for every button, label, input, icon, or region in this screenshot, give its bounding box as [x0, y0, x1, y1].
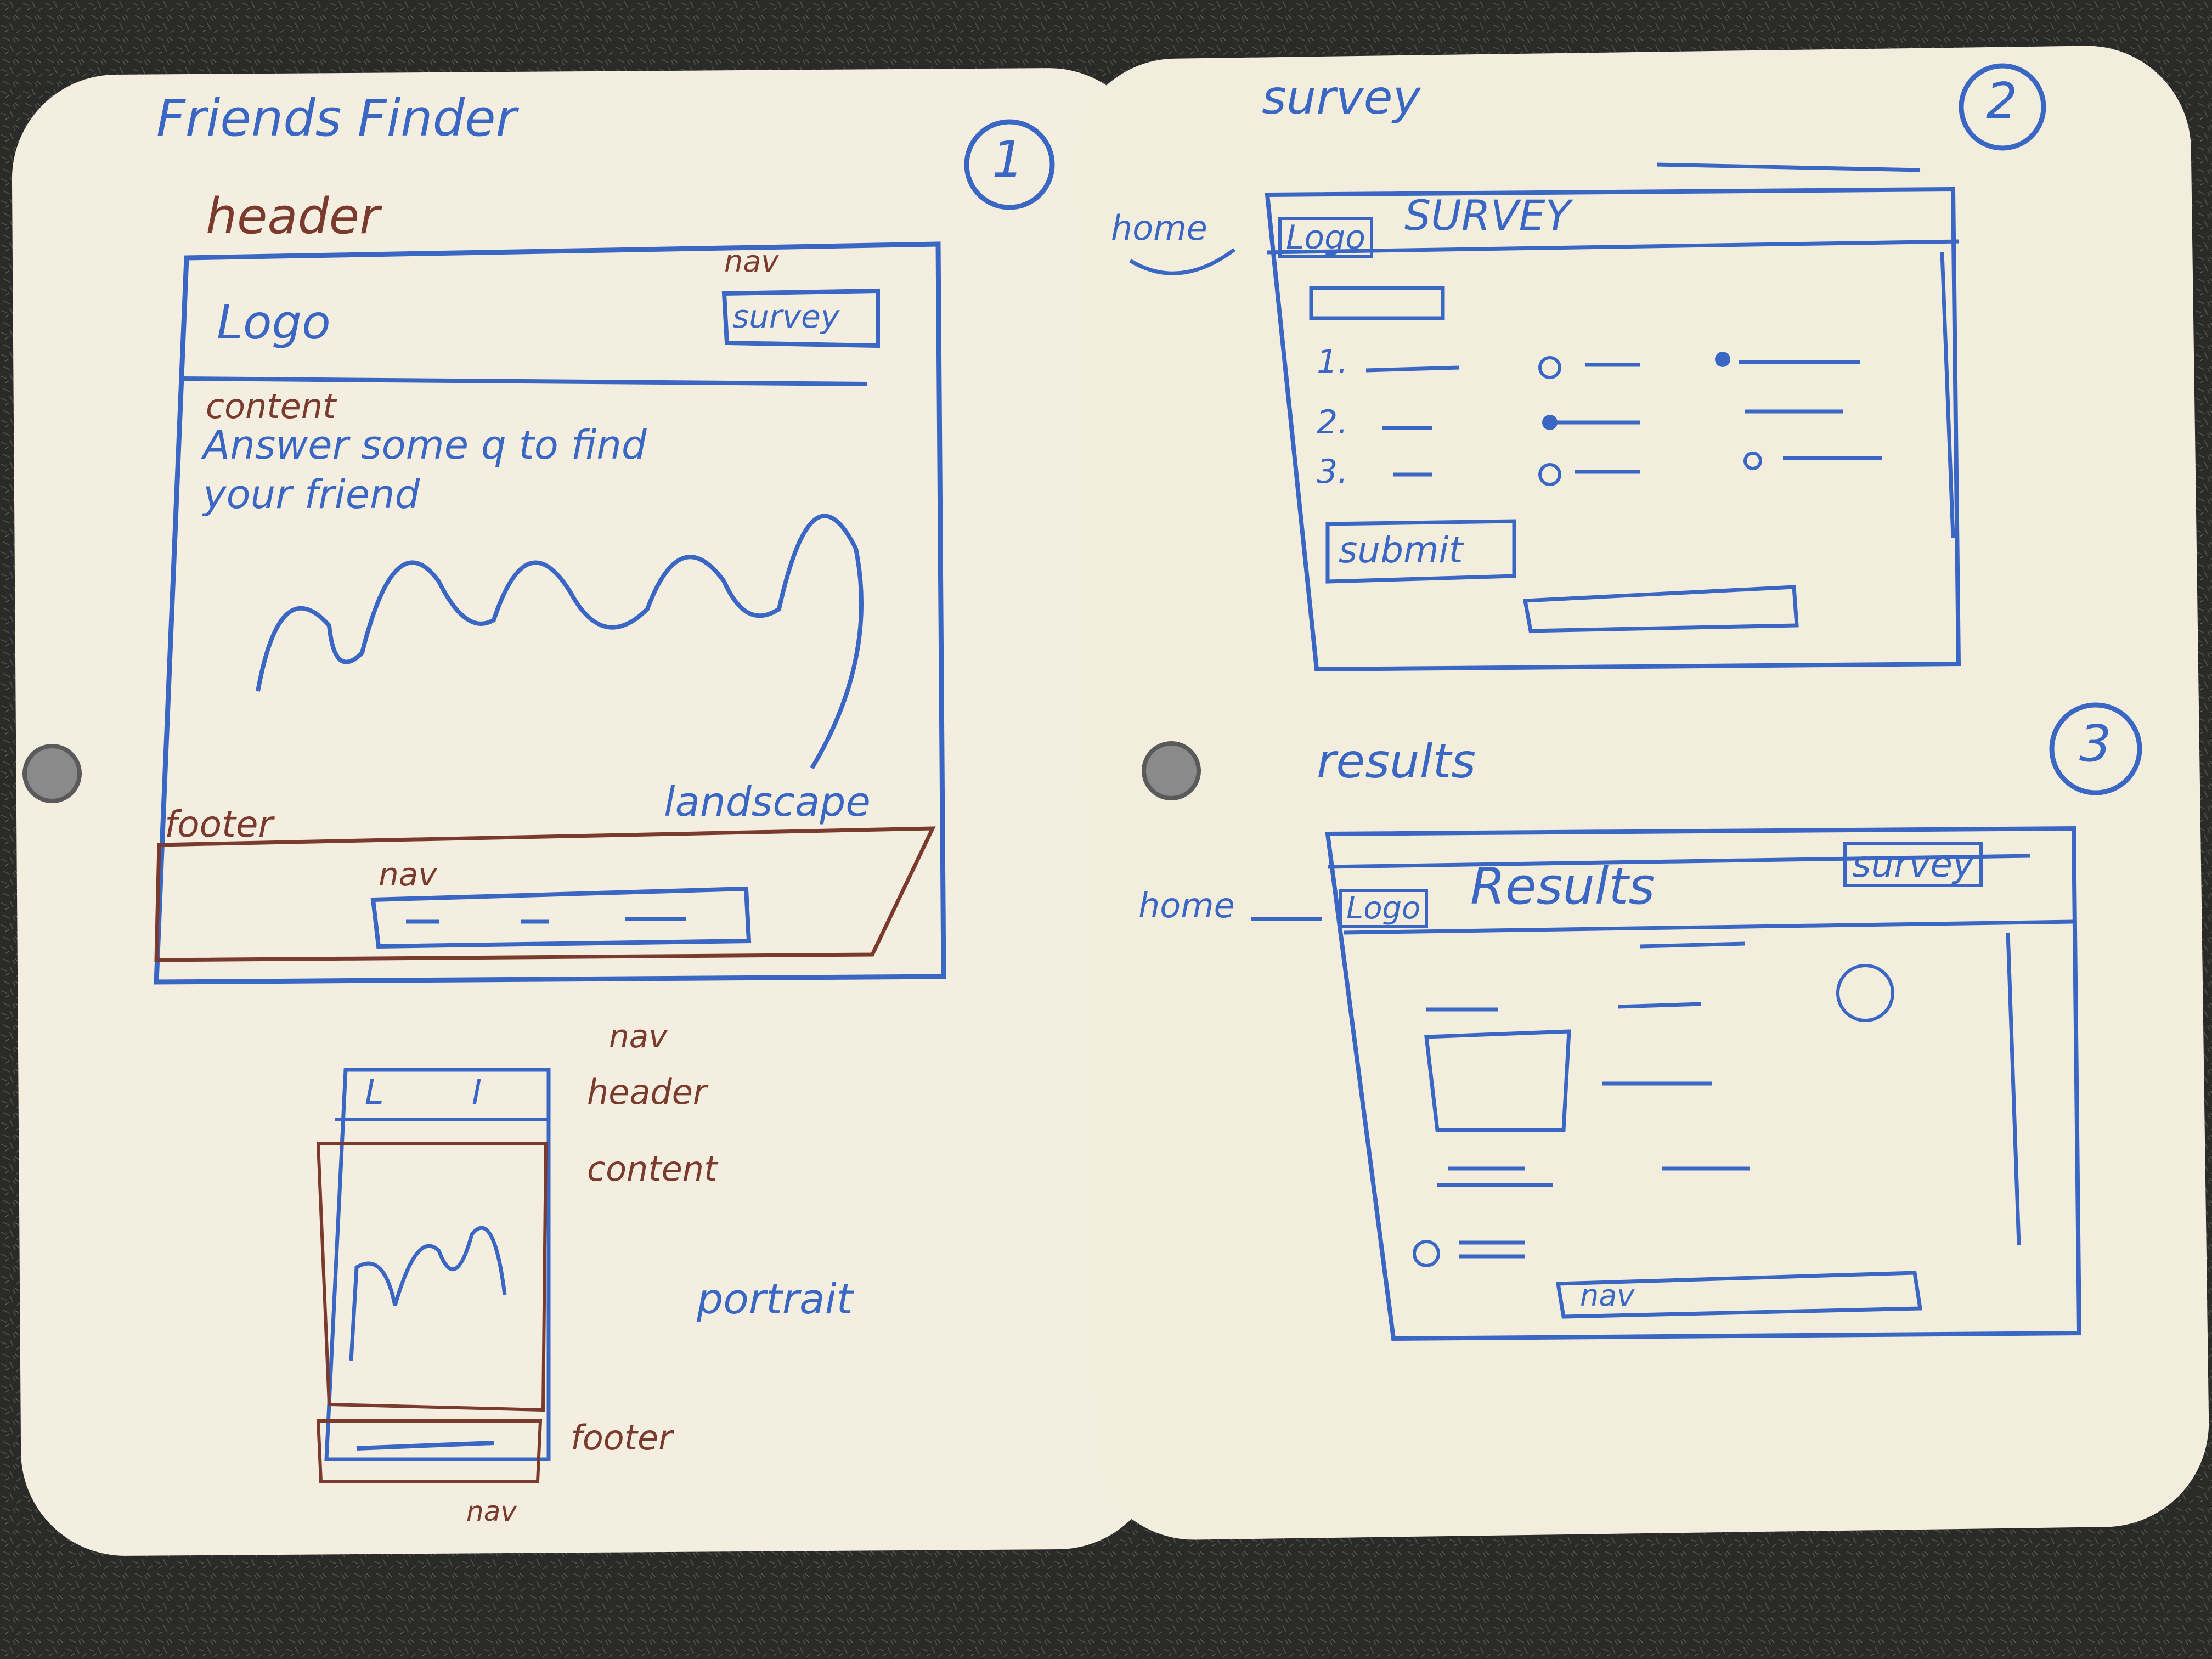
board3-page-title: Results	[1470, 857, 1655, 916]
board2-number: 2	[1986, 72, 2018, 130]
radio-1b	[1715, 352, 1730, 367]
whiteboard-photo	[0, 0, 2212, 1659]
board1-number: 1	[992, 130, 1024, 189]
header-label: header	[206, 188, 380, 245]
logo-label: Logo	[217, 295, 331, 350]
nav-label: nav	[724, 244, 779, 279]
snap-left	[22, 744, 82, 803]
board3-number: 3	[2079, 714, 2112, 773]
board3-title: results	[1317, 734, 1476, 789]
mobile-header-label: header	[587, 1072, 707, 1112]
mobile-footer-label: footer	[571, 1418, 673, 1458]
mobile-content-label: content	[587, 1149, 718, 1189]
radio-2a	[1542, 415, 1558, 430]
mobile-menu: I	[472, 1072, 482, 1112]
board1-title: Friends Finder	[156, 89, 517, 148]
landscape-label: landscape	[664, 778, 871, 826]
mobile-footer-nav-label: nav	[466, 1496, 517, 1527]
content-text-line2: your friend	[203, 471, 420, 517]
snap-right	[1142, 741, 1201, 800]
board3-logo-button[interactable]: Logo	[1339, 889, 1429, 928]
content-text-line1: Answer some q to find	[203, 422, 647, 468]
portrait-label: portrait	[697, 1274, 853, 1323]
mobile-logo: L	[365, 1072, 384, 1112]
content-label: content	[206, 386, 336, 426]
board2-page-title: SURVEY	[1404, 191, 1571, 240]
board2-home-label: home	[1111, 208, 1207, 248]
board2-logo-button[interactable]: Logo	[1278, 217, 1373, 258]
question-2-number: 2.	[1317, 403, 1348, 442]
board3-survey-button[interactable]: survey	[1843, 842, 1983, 887]
submit-button[interactable]: submit	[1339, 532, 1463, 568]
board3-home-label: home	[1138, 885, 1235, 926]
question-3-number: 3.	[1317, 453, 1348, 491]
board2-title: survey	[1262, 70, 1421, 125]
question-1-number: 1.	[1317, 343, 1348, 381]
footer-label: footer	[165, 803, 273, 845]
mobile-nav-label: nav	[609, 1018, 668, 1055]
survey-nav-button[interactable]: survey	[732, 301, 839, 332]
footer-nav-label: nav	[379, 856, 437, 893]
board3-nav-label: nav	[1580, 1278, 1635, 1313]
